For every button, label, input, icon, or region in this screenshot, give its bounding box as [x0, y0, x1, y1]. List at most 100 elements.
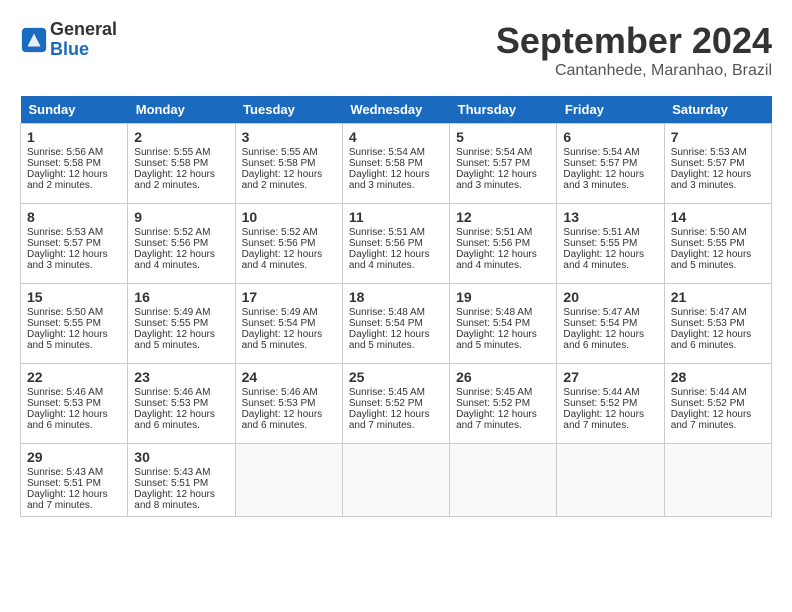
day-info: Sunrise: 5:51 AM	[349, 227, 425, 238]
day-info: Sunrise: 5:43 AM	[27, 467, 103, 478]
day-number: 9	[134, 209, 228, 225]
day-info: and 4 minutes.	[456, 260, 522, 271]
day-info: Sunrise: 5:43 AM	[134, 467, 210, 478]
calendar-cell: 13Sunrise: 5:51 AMSunset: 5:55 PMDayligh…	[557, 204, 664, 284]
day-info: Sunset: 5:56 PM	[242, 238, 316, 249]
day-info: and 7 minutes.	[456, 420, 522, 431]
calendar-cell: 4Sunrise: 5:54 AMSunset: 5:58 PMDaylight…	[342, 124, 449, 204]
day-info: Daylight: 12 hours	[349, 249, 430, 260]
day-info: and 6 minutes.	[27, 420, 93, 431]
logo: General Blue	[20, 20, 117, 60]
day-number: 16	[134, 289, 228, 305]
day-info: Daylight: 12 hours	[134, 409, 215, 420]
table-row: 22Sunrise: 5:46 AMSunset: 5:53 PMDayligh…	[21, 364, 772, 444]
day-info: Sunset: 5:57 PM	[671, 158, 745, 169]
day-info: Daylight: 12 hours	[671, 329, 752, 340]
calendar-cell: 12Sunrise: 5:51 AMSunset: 5:56 PMDayligh…	[450, 204, 557, 284]
header-tuesday: Tuesday	[235, 96, 342, 124]
day-number: 4	[349, 129, 443, 145]
day-info: Daylight: 12 hours	[456, 409, 537, 420]
day-info: Sunset: 5:55 PM	[671, 238, 745, 249]
day-number: 1	[27, 129, 121, 145]
calendar-cell: 14 Sunrise: 5:50 AMSunset: 5:55 PMDayligh…	[664, 204, 771, 284]
calendar-cell	[450, 444, 557, 517]
calendar-cell: 24Sunrise: 5:46 AMSunset: 5:53 PMDayligh…	[235, 364, 342, 444]
day-info: and 4 minutes.	[563, 260, 629, 271]
day-info: and 3 minutes.	[27, 260, 93, 271]
day-info: Daylight: 12 hours	[134, 249, 215, 260]
calendar-cell: 30Sunrise: 5:43 AMSunset: 5:51 PMDayligh…	[128, 444, 235, 517]
day-info: and 7 minutes.	[27, 500, 93, 511]
day-info: and 5 minutes.	[242, 340, 308, 351]
day-info: Daylight: 12 hours	[671, 409, 752, 420]
calendar-cell: 8Sunrise: 5:53 AMSunset: 5:57 PMDaylight…	[21, 204, 128, 284]
day-info: and 7 minutes.	[349, 420, 415, 431]
day-info: Sunset: 5:54 PM	[242, 318, 316, 329]
page-header: General Blue September 2024 Cantanhede, …	[20, 20, 772, 80]
day-info: Sunrise: 5:45 AM	[349, 387, 425, 398]
day-number: 15	[27, 289, 121, 305]
day-info: Sunset: 5:58 PM	[134, 158, 208, 169]
day-info: Daylight: 12 hours	[27, 409, 108, 420]
day-info: Sunset: 5:55 PM	[134, 318, 208, 329]
calendar-cell: 27Sunrise: 5:44 AMSunset: 5:52 PMDayligh…	[557, 364, 664, 444]
day-number: 10	[242, 209, 336, 225]
day-info: and 6 minutes.	[134, 420, 200, 431]
day-info: and 7 minutes.	[671, 420, 737, 431]
day-info: Daylight: 12 hours	[27, 489, 108, 500]
day-number: 24	[242, 369, 336, 385]
day-info: and 5 minutes.	[134, 340, 200, 351]
calendar-cell	[664, 444, 771, 517]
day-info: and 6 minutes.	[242, 420, 308, 431]
day-info: Daylight: 12 hours	[242, 409, 323, 420]
table-row: 1Sunrise: 5:56 AMSunset: 5:58 PMDaylight…	[21, 124, 772, 204]
day-info: Sunrise: 5:52 AM	[134, 227, 210, 238]
calendar-cell: 2Sunrise: 5:55 AMSunset: 5:58 PMDaylight…	[128, 124, 235, 204]
day-number: 12	[456, 209, 550, 225]
day-info: Daylight: 12 hours	[671, 249, 752, 260]
day-info: and 4 minutes.	[349, 260, 415, 271]
day-info: Sunrise: 5:50 AM	[671, 227, 747, 238]
day-number: 25	[349, 369, 443, 385]
day-info: and 2 minutes.	[134, 180, 200, 191]
day-info: and 3 minutes.	[456, 180, 522, 191]
day-info: Sunrise: 5:56 AM	[27, 147, 103, 158]
day-info: and 5 minutes.	[349, 340, 415, 351]
calendar-cell: 28Sunrise: 5:44 AMSunset: 5:52 PMDayligh…	[664, 364, 771, 444]
day-info: and 4 minutes.	[242, 260, 308, 271]
day-info: Sunset: 5:52 PM	[563, 398, 637, 409]
day-info: Sunset: 5:54 PM	[563, 318, 637, 329]
day-info: and 7 minutes.	[563, 420, 629, 431]
calendar-cell: 23Sunrise: 5:46 AMSunset: 5:53 PMDayligh…	[128, 364, 235, 444]
day-info: Daylight: 12 hours	[134, 169, 215, 180]
day-info: Sunset: 5:53 PM	[671, 318, 745, 329]
day-info: Daylight: 12 hours	[671, 169, 752, 180]
header-monday: Monday	[128, 96, 235, 124]
day-info: and 5 minutes.	[456, 340, 522, 351]
day-info: Sunset: 5:57 PM	[563, 158, 637, 169]
day-info: and 6 minutes.	[563, 340, 629, 351]
day-info: Sunset: 5:55 PM	[563, 238, 637, 249]
day-number: 23	[134, 369, 228, 385]
calendar-cell: 25Sunrise: 5:45 AMSunset: 5:52 PMDayligh…	[342, 364, 449, 444]
day-info: Sunrise: 5:52 AM	[242, 227, 318, 238]
calendar-cell: 1Sunrise: 5:56 AMSunset: 5:58 PMDaylight…	[21, 124, 128, 204]
day-info: Sunset: 5:58 PM	[349, 158, 423, 169]
day-info: Daylight: 12 hours	[563, 409, 644, 420]
day-info: Sunrise: 5:45 AM	[456, 387, 532, 398]
logo-general: General	[50, 20, 117, 40]
day-number: 8	[27, 209, 121, 225]
calendar-cell: 19Sunrise: 5:48 AMSunset: 5:54 PMDayligh…	[450, 284, 557, 364]
calendar-cell: 7Sunrise: 5:53 AMSunset: 5:57 PMDaylight…	[664, 124, 771, 204]
calendar-cell: 20Sunrise: 5:47 AMSunset: 5:54 PMDayligh…	[557, 284, 664, 364]
day-info: Sunrise: 5:55 AM	[242, 147, 318, 158]
calendar-cell: 18Sunrise: 5:48 AMSunset: 5:54 PMDayligh…	[342, 284, 449, 364]
day-info: Sunrise: 5:53 AM	[27, 227, 103, 238]
day-number: 27	[563, 369, 657, 385]
day-number: 19	[456, 289, 550, 305]
title-block: September 2024 Cantanhede, Maranhao, Bra…	[496, 20, 772, 80]
day-number: 14	[671, 209, 765, 225]
day-info: Sunrise: 5:49 AM	[134, 307, 210, 318]
header-row: Sunday Monday Tuesday Wednesday Thursday…	[21, 96, 772, 124]
day-info: Sunset: 5:53 PM	[242, 398, 316, 409]
